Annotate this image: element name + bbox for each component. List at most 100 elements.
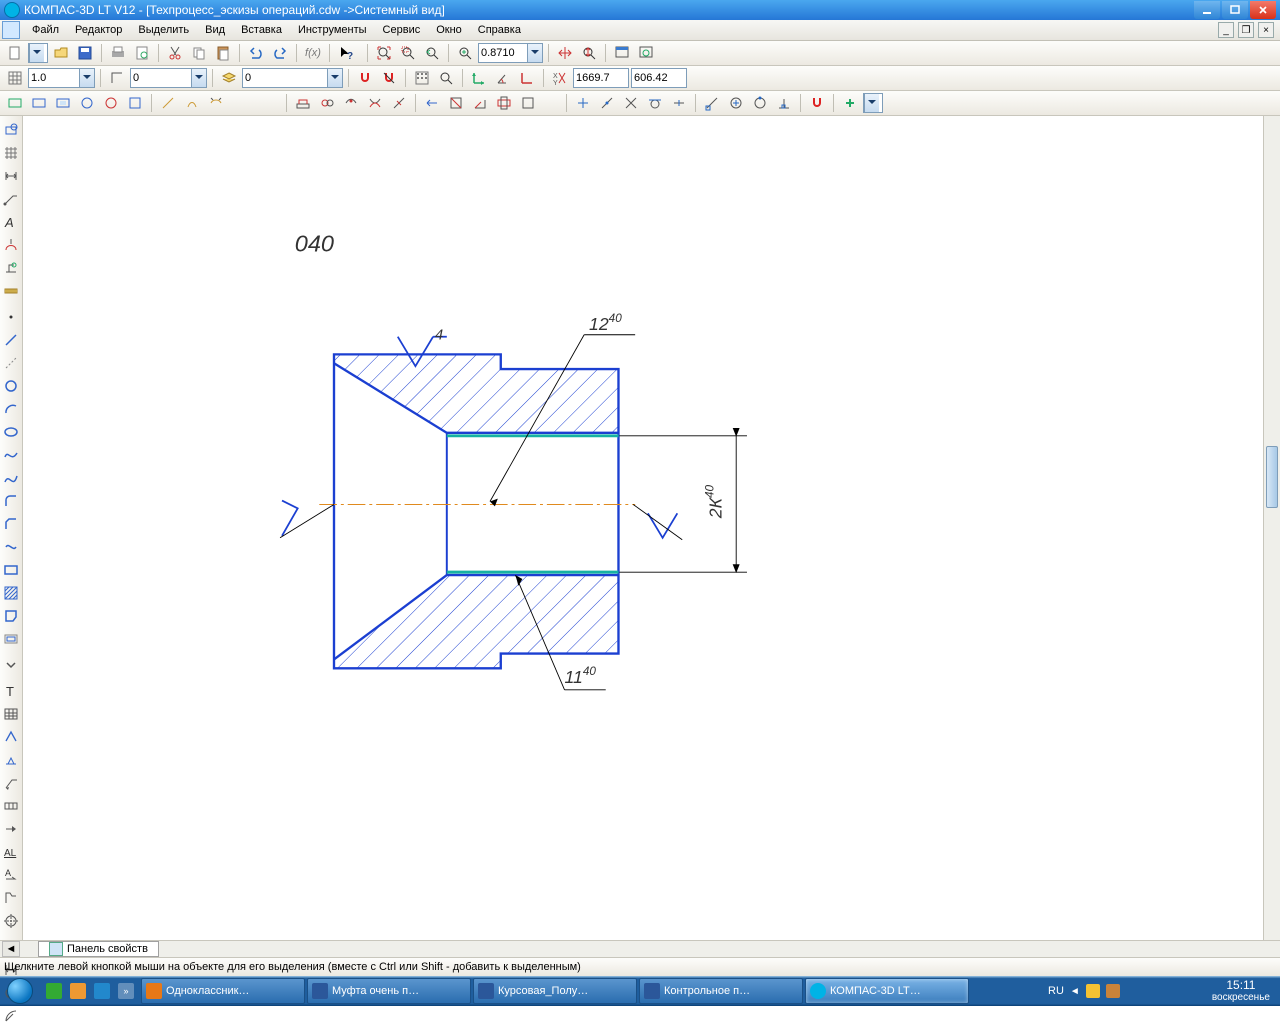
undo-button[interactable] [245,42,267,64]
task-1[interactable]: Одноклассник… [141,978,305,1004]
layer-combo[interactable]: 0 [242,68,343,88]
lang-ind[interactable]: RU [1048,985,1064,997]
preview-button[interactable] [131,42,153,64]
edit-a[interactable] [292,92,314,114]
new-button[interactable] [4,42,26,64]
snap-magnet[interactable] [806,92,828,114]
coord-y[interactable]: 606.42 [631,68,687,88]
geom-panel[interactable] [1,120,21,140]
chamfer-tool[interactable] [1,514,21,534]
fx-button[interactable]: f(x) [302,42,324,64]
mdi-close[interactable]: × [1258,22,1274,38]
snap-intersect[interactable] [620,92,642,114]
cp-a[interactable] [4,92,26,114]
refresh-button[interactable] [635,42,657,64]
edit-b[interactable] [316,92,338,114]
menu-editor[interactable]: Редактор [67,22,130,38]
cp-b[interactable] [28,92,50,114]
snap-point[interactable] [572,92,594,114]
vertical-scrollbar[interactable] [1263,116,1280,940]
bezier-tool[interactable] [1,468,21,488]
snap-perp[interactable] [773,92,795,114]
new-dropdown[interactable] [28,43,48,63]
tolerance-tool[interactable] [1,796,21,816]
snap-disable[interactable] [378,67,400,89]
snap-end[interactable] [701,92,723,114]
step-value[interactable]: 1.0 [29,72,79,84]
arrow-tool[interactable] [1,819,21,839]
maximize-button[interactable] [1222,1,1248,19]
equidist-tool[interactable] [1,629,21,649]
ql-icon-1[interactable] [46,983,62,999]
edit-h[interactable] [469,92,491,114]
edit-d[interactable] [364,92,386,114]
snap-enable[interactable] [354,67,376,89]
menu-insert[interactable]: Вставка [233,22,290,38]
angle-value[interactable]: 0 [131,72,191,84]
menu-tools[interactable]: Инструменты [290,22,375,38]
redraw-button[interactable] [611,42,633,64]
menu-window[interactable]: Окно [428,22,470,38]
tray-icon-1[interactable] [1086,984,1100,998]
snap-center[interactable] [725,92,747,114]
drawing-canvas[interactable]: 040 [23,116,1263,940]
line-tool[interactable] [1,330,21,350]
grid-toggle[interactable] [4,67,26,89]
task-5[interactable]: КОМПАС-3D LT… [805,978,969,1004]
snap-near[interactable] [596,92,618,114]
ql-icon-3[interactable] [94,983,110,999]
step-combo[interactable]: 1.0 [28,68,95,88]
print-button[interactable] [107,42,129,64]
panel-properties-tab[interactable]: Панель свойств [38,941,159,957]
snap-mid[interactable] [668,92,690,114]
menu-view[interactable]: Вид [197,22,233,38]
zoomin-button[interactable] [454,42,476,64]
cp-e[interactable] [100,92,122,114]
cp-g[interactable] [157,92,179,114]
rough-tool[interactable] [1,727,21,747]
open-button[interactable] [50,42,72,64]
layer-button[interactable] [218,67,240,89]
grid2-button[interactable] [411,67,433,89]
edit-c[interactable] [340,92,362,114]
pan-button[interactable] [554,42,576,64]
point-tool[interactable] [1,307,21,327]
paste-button[interactable] [212,42,234,64]
grid-panel[interactable] [1,143,21,163]
task-3[interactable]: Курсовая_Полу… [473,978,637,1004]
fillet-tool[interactable] [1,491,21,511]
section-tool[interactable] [1,888,21,908]
mdi-restore[interactable]: ❐ [1238,22,1254,38]
menu-service[interactable]: Сервис [375,22,429,38]
ql-expand[interactable]: » [118,983,134,999]
cp-d[interactable] [76,92,98,114]
ortho-toggle[interactable] [106,67,128,89]
edit-e[interactable] [388,92,410,114]
edit-f[interactable] [421,92,443,114]
lcs-button[interactable] [468,67,490,89]
base-tool[interactable] [1,750,21,770]
dim-panel[interactable] [1,166,21,186]
mdi-minimize[interactable]: _ [1218,22,1234,38]
snap-plus-drop[interactable] [863,93,883,113]
coord-sys-button[interactable] [516,67,538,89]
snap-tangent[interactable] [644,92,666,114]
snap-quad[interactable] [749,92,771,114]
aux-line-tool[interactable] [1,353,21,373]
angle-dir-button[interactable] [492,67,514,89]
zoom-combo[interactable]: 0.8710 [478,43,543,63]
start-button[interactable] [0,976,40,1006]
task-4[interactable]: Контрольное п… [639,978,803,1004]
menu-select[interactable]: Выделить [130,22,197,38]
coord-x[interactable]: 1669.7 [573,68,629,88]
leader-tool[interactable] [1,773,21,793]
cp-c[interactable] [52,92,74,114]
ql-icon-2[interactable] [70,983,86,999]
minimize-button[interactable] [1194,1,1220,19]
angle-combo[interactable]: 0 [130,68,207,88]
spline-tool[interactable] [1,445,21,465]
arc-tool[interactable] [1,399,21,419]
hatch-tool[interactable] [1,583,21,603]
close-button[interactable] [1250,1,1276,19]
snap-plus[interactable] [839,92,861,114]
